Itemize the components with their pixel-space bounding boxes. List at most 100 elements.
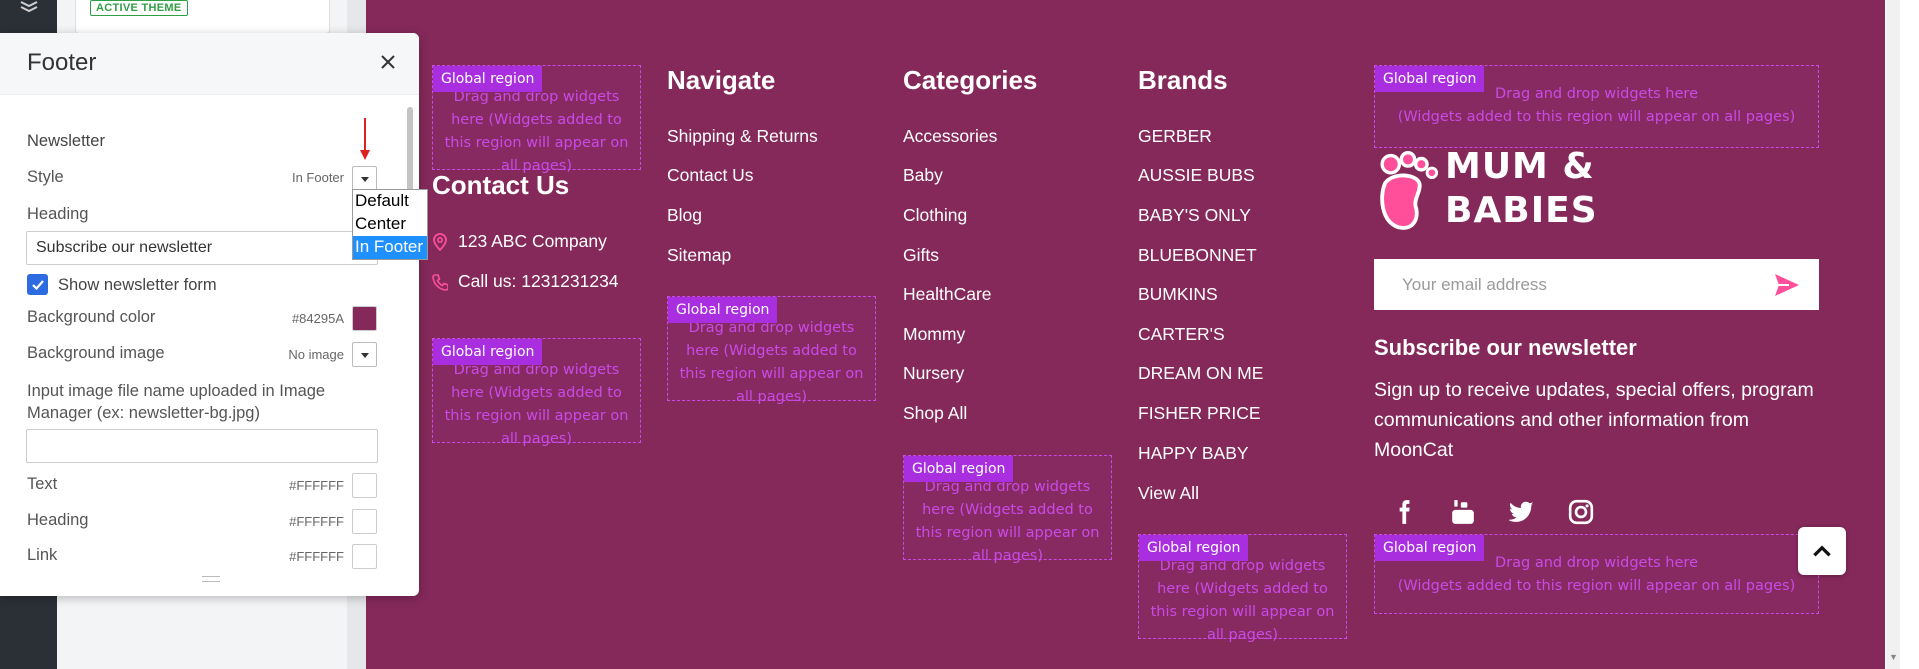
global-region-tag: Global region <box>433 66 543 92</box>
brand-link[interactable]: View All <box>1138 483 1199 504</box>
facebook-link[interactable] <box>1389 497 1419 527</box>
category-link[interactable]: Gifts <box>903 245 939 266</box>
footprint-logo-icon <box>1380 151 1439 230</box>
heading-color-value: #FFFFFF <box>289 514 344 529</box>
resize-handle-icon[interactable] <box>202 576 220 582</box>
send-icon[interactable] <box>1773 272 1801 298</box>
site-logo[interactable]: MUM & BABIES <box>1373 145 1613 235</box>
brand-link[interactable]: BABY'S ONLY <box>1138 205 1251 226</box>
category-link[interactable]: HealthCare <box>903 284 992 305</box>
global-region[interactable]: Drag and drop widgets here (Widgets adde… <box>667 296 876 405</box>
bg-image-label: Background image <box>27 344 165 362</box>
global-region-text: Drag and drop widgets here (Widgets adde… <box>444 362 629 447</box>
category-link[interactable]: Clothing <box>903 205 967 226</box>
scroll-down-icon[interactable]: ▼ <box>1889 652 1898 662</box>
navigate-title: Navigate <box>667 65 776 95</box>
bg-color-swatch[interactable] <box>352 306 377 331</box>
global-region-tag: Global region <box>904 456 1014 482</box>
contact-address: 123 ABC Company <box>432 231 607 252</box>
brand-link[interactable]: DREAM ON ME <box>1138 363 1263 384</box>
global-region-text: Drag and drop widgets here (Widgets adde… <box>444 89 629 174</box>
active-theme-badge: ACTIVE THEME <box>90 0 188 16</box>
style-dropdown[interactable] <box>352 166 377 191</box>
text-color-label: Text <box>27 475 58 493</box>
image-input-label: Input image file name uploaded in Image … <box>27 382 326 422</box>
text-color-swatch[interactable] <box>352 473 377 498</box>
global-region[interactable]: Drag and drop widgets here (Widgets adde… <box>432 65 641 174</box>
youtube-link[interactable] <box>1448 497 1478 527</box>
heading-color-label: Heading <box>27 511 89 529</box>
style-option[interactable]: Default <box>353 190 427 213</box>
brand-link[interactable]: BUMKINS <box>1138 284 1218 305</box>
panel-title: Footer <box>27 49 97 76</box>
logo-text: MUM & BABIES <box>1445 145 1598 233</box>
style-options-list: Default Center In Footer <box>352 189 428 260</box>
check-icon <box>31 279 44 290</box>
global-region-text-line2: (Widgets added to this region will appea… <box>1397 578 1796 594</box>
contact-title: Contact Us <box>432 170 570 200</box>
brands-title: Brands <box>1138 65 1228 95</box>
footer-settings-panel: Footer Newsletter Style In Footer Headin… <box>0 33 419 596</box>
instagram-link[interactable] <box>1566 497 1596 527</box>
youtube-icon <box>1452 500 1474 524</box>
bg-image-dropdown[interactable] <box>352 342 377 367</box>
nav-link[interactable]: Shipping & Returns <box>667 126 818 147</box>
category-link[interactable]: Mommy <box>903 324 965 345</box>
twitter-icon <box>1509 501 1534 522</box>
style-option[interactable]: Center <box>353 213 427 236</box>
brand-link[interactable]: HAPPY BABY <box>1138 443 1249 464</box>
brand-link[interactable]: FISHER PRICE <box>1138 403 1261 424</box>
brand-link[interactable]: BLUEBONNET <box>1138 245 1257 266</box>
global-region-tag: Global region <box>668 297 778 323</box>
email-input[interactable] <box>1374 259 1754 310</box>
global-region-tag: Global region <box>433 339 543 365</box>
twitter-link[interactable] <box>1507 497 1537 527</box>
contact-phone: Call us: 1231231234 <box>432 271 619 292</box>
brand-link[interactable]: GERBER <box>1138 126 1212 147</box>
global-region[interactable]: Drag and drop widgets here (Widgets adde… <box>432 338 641 447</box>
close-icon[interactable] <box>378 52 398 72</box>
style-label: Style <box>27 168 64 186</box>
show-newsletter-label: Show newsletter form <box>58 276 217 294</box>
newsletter-form <box>1374 259 1819 310</box>
global-region-tag: Global region <box>1139 535 1249 561</box>
brand-link[interactable]: CARTER'S <box>1138 324 1225 345</box>
bg-color-label: Background color <box>27 308 156 326</box>
category-link[interactable]: Accessories <box>903 126 997 147</box>
facebook-icon <box>1399 500 1410 524</box>
map-pin-icon <box>433 232 447 251</box>
logo-line-1: MUM & <box>1445 146 1595 187</box>
annotation-arrow-icon <box>360 118 370 160</box>
category-link[interactable]: Shop All <box>903 403 967 424</box>
newsletter-description: Sign up to receive updates, special offe… <box>1374 379 1814 461</box>
image-filename-input[interactable] <box>26 429 378 463</box>
chevron-up-icon <box>1813 545 1831 557</box>
link-color-label: Link <box>27 546 58 564</box>
contact-address-text: 123 ABC Company <box>458 231 607 251</box>
global-region[interactable]: Drag and drop widgets here (Widgets adde… <box>1374 534 1819 614</box>
style-value: In Footer <box>291 170 344 185</box>
global-region[interactable]: Drag and drop widgets here (Widgets adde… <box>903 455 1112 564</box>
nav-link[interactable]: Contact Us <box>667 165 754 186</box>
show-newsletter-checkbox[interactable] <box>27 274 48 295</box>
category-link[interactable]: Baby <box>903 165 943 186</box>
style-option-selected[interactable]: In Footer <box>353 236 427 259</box>
global-region[interactable]: Drag and drop widgets here (Widgets adde… <box>1138 534 1347 643</box>
instagram-icon <box>1568 499 1594 525</box>
global-region[interactable]: Drag and drop widgets here (Widgets adde… <box>1374 65 1819 148</box>
phone-icon <box>432 273 448 291</box>
brand-link[interactable]: AUSSIE BUBS <box>1138 165 1255 186</box>
link-color-value: #FFFFFF <box>289 549 344 564</box>
heading-input[interactable] <box>26 231 378 265</box>
back-to-top-button[interactable] <box>1798 527 1846 575</box>
bg-image-value: No image <box>288 347 344 362</box>
nav-link[interactable]: Sitemap <box>667 245 731 266</box>
layers-icon[interactable] <box>18 0 40 18</box>
contact-phone-text: Call us: 1231231234 <box>458 271 619 291</box>
page-scrollbar[interactable] <box>1886 0 1900 669</box>
link-color-swatch[interactable] <box>352 544 377 569</box>
nav-link[interactable]: Blog <box>667 205 702 226</box>
category-link[interactable]: Nursery <box>903 363 964 384</box>
global-region-text: Drag and drop widgets here (Widgets adde… <box>1150 558 1335 643</box>
heading-color-swatch[interactable] <box>352 509 377 534</box>
